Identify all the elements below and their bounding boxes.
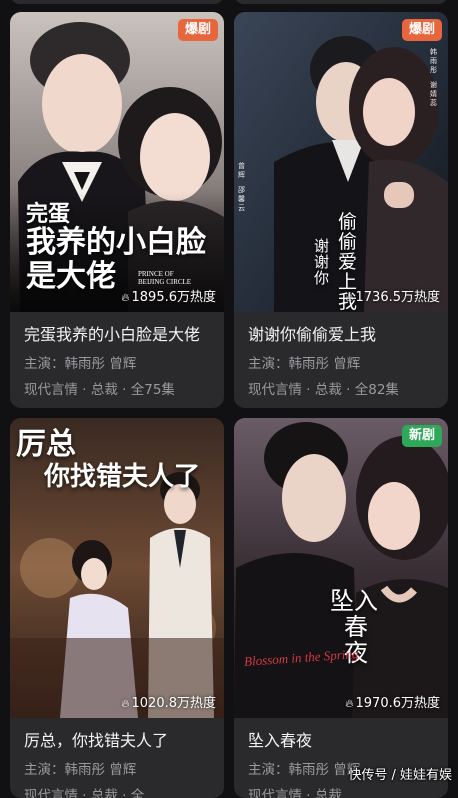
drama-card[interactable]: 曾辉 邵馨云 韩雨彤 谢婧蕊 偷偷爱上我 谢谢你 爆剧 🔥︎ 1736.5万热度 谢谢… bbox=[234, 12, 448, 408]
status-badge: 新剧 bbox=[401, 425, 442, 447]
drama-cast: 主演：韩雨彤 曾辉 bbox=[248, 356, 361, 372]
heat-count: 🔥︎ 1895.6万热度 bbox=[121, 290, 216, 305]
drama-title[interactable]: 厉总，你找错夫人了 bbox=[24, 731, 214, 751]
previous-row-stub bbox=[0, 0, 458, 4]
status-badge: 爆剧 bbox=[401, 19, 442, 41]
heat-count: 🔥︎ 1020.8万热度 bbox=[121, 696, 216, 711]
drama-card[interactable]: 坠入 春夜 Blossom in the Spring 新剧 🔥︎ 1970.6万… bbox=[234, 418, 448, 798]
cover-credits-right: 韩雨彤 谢婧蕊 bbox=[430, 48, 437, 107]
flame-icon: 🔥︎ bbox=[121, 291, 130, 304]
drama-cover[interactable]: 曾辉 邵馨云 韩雨彤 谢婧蕊 偷偷爱上我 谢谢你 爆剧 🔥︎ 1736.5万热度 bbox=[234, 12, 448, 312]
drama-card[interactable]: 厉总 你找错夫人了 🔥︎ 1020.8万热度 厉总，你找错夫人了 主演：韩雨彤 曾… bbox=[10, 418, 224, 798]
drama-cover[interactable]: 厉总 你找错夫人了 🔥︎ 1020.8万热度 bbox=[10, 418, 224, 718]
drama-cover[interactable]: 坠入 春夜 Blossom in the Spring 新剧 🔥︎ 1970.6万… bbox=[234, 418, 448, 718]
cover-title-art-sub: 谢谢你 bbox=[314, 237, 330, 287]
cover-title-art: 厉总 你找错夫人了 bbox=[16, 427, 201, 493]
cover-art bbox=[234, 418, 448, 718]
drama-cover[interactable]: 完蛋 我养的小白脸 是大佬 PRINCE OF BEIJING CIRCLE 爆… bbox=[10, 12, 224, 312]
flame-icon: 🔥︎ bbox=[121, 697, 130, 710]
flame-icon: 🔥︎ bbox=[345, 697, 354, 710]
drama-title[interactable]: 谢谢你偷偷爱上我 bbox=[248, 325, 438, 345]
cover-credits-left: 曾辉 邵馨云 bbox=[238, 162, 245, 212]
flame-icon: 🔥︎ bbox=[345, 291, 354, 304]
drama-tags: 现代言情 · 总裁 · 全75集 bbox=[24, 382, 175, 398]
drama-tags: 现代言情 · 总裁 bbox=[248, 788, 342, 798]
heat-count: 🔥︎ 1736.5万热度 bbox=[345, 290, 440, 305]
watermark-text: 快传号 / 娃娃有娱 bbox=[348, 768, 452, 783]
status-badge: 爆剧 bbox=[177, 19, 218, 41]
drama-cast: 主演：韩雨彤 曾辉 bbox=[24, 762, 137, 778]
drama-card[interactable]: 完蛋 我养的小白脸 是大佬 PRINCE OF BEIJING CIRCLE 爆… bbox=[10, 12, 224, 408]
cover-subtitle-en: PRINCE OF BEIJING CIRCLE bbox=[138, 270, 192, 286]
drama-title[interactable]: 坠入春夜 bbox=[248, 731, 438, 751]
heat-count: 🔥︎ 1970.6万热度 bbox=[345, 696, 440, 711]
drama-tags: 现代言情 · 总裁 · 全82集 bbox=[248, 382, 399, 398]
drama-title[interactable]: 完蛋我养的小白脸是大佬 bbox=[24, 325, 214, 345]
drama-tags: 现代言情 · 总裁 · 全... bbox=[24, 788, 158, 798]
drama-cast: 主演：韩雨彤 曾辉 bbox=[24, 356, 137, 372]
